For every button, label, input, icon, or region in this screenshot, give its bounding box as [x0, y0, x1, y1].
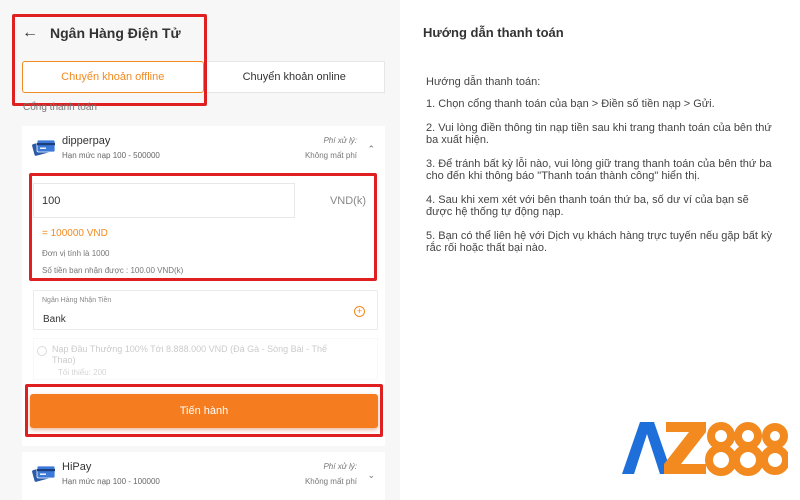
gateway-row[interactable]: HiPay Hạn mức nạp 100 - 100000 Phí xử lý…	[22, 452, 385, 496]
fee-value: Không mất phí	[304, 477, 357, 486]
page-title: Ngân Hàng Điện Tử	[50, 25, 181, 41]
deposit-panel: ← Ngân Hàng Điện Tử Chuyển khoản offline…	[0, 0, 400, 500]
chevron-down-icon[interactable]: ⌄	[367, 470, 375, 481]
bank-label: Ngân Hàng Nhận Tiền	[42, 297, 112, 304]
gateway-name: HiPay	[62, 461, 92, 473]
fee-value: Không mất phí	[304, 151, 357, 160]
guide-intro: Hướng dẫn thanh toán:	[426, 76, 541, 88]
bank-select[interactable]: Ngân Hàng Nhận Tiền Bank +	[33, 290, 378, 330]
fee-label: Phí xử lý:	[323, 462, 357, 471]
guide-title: Hướng dẫn thanh toán	[423, 25, 564, 40]
unit-note: Đơn vị tính là 1000	[42, 249, 110, 258]
tab-online-transfer[interactable]: Chuyển khoản online	[203, 61, 385, 93]
gateway-row[interactable]: dipperpay Hạn mức nạp 100 - 500000 Phí x…	[22, 126, 385, 170]
guide-steps: 1. Chọn cổng thanh toán của bạn > Điền s…	[426, 98, 776, 266]
section-label: Cổng thanh toán	[23, 102, 97, 113]
arrow-left-icon[interactable]: ←	[22, 24, 38, 42]
guide-panel: Hướng dẫn thanh toán Hướng dẫn thanh toá…	[400, 0, 800, 500]
promo-min: Tối thiểu: 200	[58, 368, 107, 377]
transfer-tabs: Chuyển khoản offline Chuyển khoản online	[22, 61, 385, 93]
chevron-up-icon[interactable]: ⌃	[367, 144, 375, 155]
gateway-limit: Hạn mức nạp 100 - 100000	[62, 477, 160, 486]
converted-amount: = 100000 VND	[42, 228, 108, 239]
promo-radio[interactable]	[37, 346, 47, 356]
promo-text: Nạp Đầu Thưởng 100% Tới 8.888.000 VND (Đ…	[52, 344, 327, 365]
amount-unit: VND(k)	[329, 194, 366, 207]
guide-step: 5. Bạn có thể liên hệ với Dịch vụ khách …	[426, 230, 773, 254]
plus-circle-icon[interactable]: +	[354, 306, 365, 317]
credit-card-icon	[32, 465, 56, 482]
gateway-limit: Hạn mức nạp 100 - 500000	[62, 151, 160, 160]
gateway-card-hipay: HiPay Hạn mức nạp 100 - 100000 Phí xử lý…	[22, 452, 385, 500]
gateway-name: dipperpay	[62, 135, 111, 147]
guide-step: 2. Vui lòng điền thông tin nạp tiền sau …	[426, 122, 772, 146]
tab-offline-transfer[interactable]: Chuyển khoản offline	[22, 61, 204, 93]
page-header: ← Ngân Hàng Điện Tử	[22, 20, 181, 46]
submit-button[interactable]: Tiến hành	[30, 394, 378, 428]
guide-step: 1. Chọn cổng thanh toán của bạn > Điền s…	[426, 98, 715, 110]
fee-label: Phí xử lý:	[323, 136, 357, 145]
credit-card-icon	[32, 139, 56, 156]
az888-logo	[622, 422, 788, 476]
promo-option[interactable]: Nạp Đầu Thưởng 100% Tới 8.888.000 VND (Đ…	[33, 338, 378, 380]
bank-value: Bank	[43, 314, 66, 325]
guide-step: 4. Sau khi xem xét với bên thanh toán th…	[426, 194, 749, 218]
guide-step: 3. Để tránh bất kỳ lỗi nào, vui lòng giữ…	[426, 158, 772, 182]
amount-input[interactable]	[33, 183, 295, 218]
received-note: Số tiền bạn nhận được : 100.00 VND(k)	[42, 266, 184, 275]
